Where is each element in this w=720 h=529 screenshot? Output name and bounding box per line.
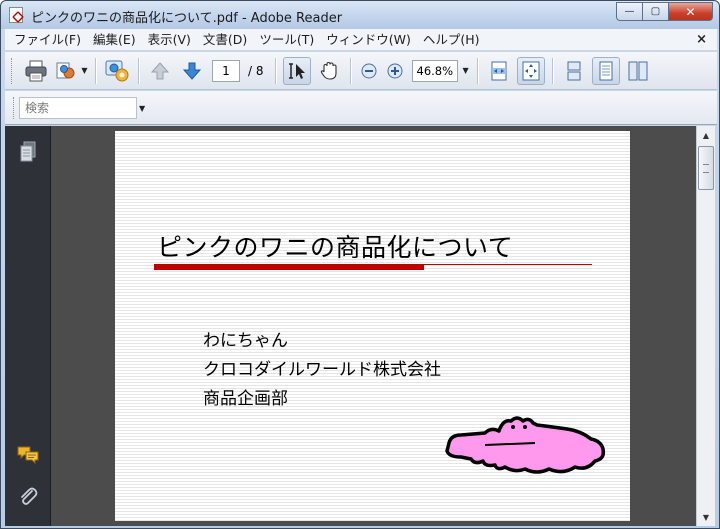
single-page-button[interactable] [560,57,588,85]
zoom-in-icon [387,63,402,78]
scroll-up-icon[interactable]: ▲ [697,126,715,144]
pdf-file-icon [9,7,23,23]
attachments-panel-button[interactable] [17,486,39,508]
toolbar-grip[interactable] [11,57,14,84]
slide-line-department: 商品企画部 [203,389,288,409]
vertical-scrollbar[interactable]: ▲ ▼ [696,126,715,526]
pages-panel-button[interactable] [17,141,39,163]
navigation-panel [5,126,51,526]
print-button[interactable] [22,57,50,85]
hand-tool-icon [320,61,337,80]
page-total: / 8 [248,63,264,78]
minimize-button[interactable]: — [616,2,643,21]
pink-crocodile-illustration [445,416,606,474]
minimize-icon: — [624,6,635,17]
pages-icon [20,141,36,162]
menu-bar: ファイル(F) 編集(E) 表示(V) 文書(D) ツール(T) ウィンドウ(W… [5,29,717,51]
window-title: ピンクのワニの商品化について.pdf - Adobe Reader [31,11,343,26]
zoom-in-button[interactable] [384,57,406,85]
menu-edit[interactable]: 編集(E) [87,29,142,51]
title-underline-thick [154,265,424,270]
chevron-down-icon: ▼ [81,66,88,75]
paperclip-icon [21,487,38,505]
maximize-button[interactable]: ▢ [643,2,669,21]
fit-page-button[interactable] [516,56,545,85]
menu-tools[interactable]: ツール(T) [253,29,320,51]
maximize-icon: ▢ [650,6,661,17]
scroll-down-icon[interactable]: ▼ [697,508,715,526]
application-window: ピンクのワニの商品化について.pdf - Adobe Reader — ▢ ✕ … [0,0,720,529]
two-page-icon [628,61,648,80]
share-icon [56,62,75,78]
document-view[interactable]: ピンクのワニの商品化について わにちゃん クロコダイルワールド株式会社 商品企画… [51,126,696,526]
menu-help[interactable]: ヘルプ(H) [417,29,486,51]
continuous-page-button[interactable] [591,56,620,85]
next-page-button[interactable] [178,57,206,85]
search-input[interactable]: 検索 [19,97,137,119]
page-number-input[interactable]: 1 [212,59,240,82]
main-toolbar: ▼ 1 / 8 46.8% ▼ [5,52,717,90]
slide-line-author: わにちゃん [203,331,288,351]
toolbar-separator [95,57,96,84]
search-toolbar: 検索 ▼ [5,91,717,125]
two-page-button[interactable] [624,57,652,85]
menu-window[interactable]: ウィンドウ(W) [320,29,417,51]
collaborate-button[interactable] [103,57,131,85]
hand-tool-button[interactable] [315,57,343,85]
toolbar-separator [349,57,351,84]
single-page-icon [567,61,581,80]
menu-document[interactable]: 文書(D) [197,29,253,51]
printer-icon [25,60,47,81]
pdf-page: ピンクのワニの商品化について わにちゃん クロコダイルワールド株式会社 商品企画… [115,131,630,521]
chevron-down-icon[interactable]: ▼ [139,104,145,113]
fit-width-icon [491,61,507,80]
share-button[interactable]: ▼ [54,57,88,85]
previous-page-button[interactable] [146,57,174,85]
collaborate-icon [105,60,129,81]
search-toolbar-grip[interactable] [13,97,16,119]
zoom-out-button[interactable] [358,57,380,85]
next-page-icon [182,62,202,80]
select-tool-button[interactable] [282,56,311,85]
toolbar-separator [138,57,139,84]
zoom-out-icon [361,63,376,78]
close-document-button[interactable]: × [696,32,707,47]
comments-icon [17,446,39,465]
toolbar-separator [551,57,553,84]
previous-page-icon [150,61,170,79]
menu-file[interactable]: ファイル(F) [5,29,87,51]
window-controls: — ▢ ✕ [616,2,713,22]
zoom-level-input[interactable]: 46.8% [411,59,458,82]
continuous-icon [599,61,613,80]
title-bar[interactable]: ピンクのワニの商品化について.pdf - Adobe Reader — ▢ ✕ [1,1,719,29]
close-button[interactable]: ✕ [669,2,713,21]
menu-view[interactable]: 表示(V) [142,29,197,51]
comments-panel-button[interactable] [17,444,39,466]
slide-body: わにちゃん クロコダイルワールド株式会社 商品企画部 [203,327,441,414]
fit-width-button[interactable] [485,57,513,85]
fit-page-icon [522,61,540,80]
scrollbar-thumb[interactable] [698,146,714,190]
select-tool-icon [288,62,305,79]
zoom-dropdown-icon[interactable]: ▼ [463,66,469,75]
slide-line-company: クロコダイルワールド株式会社 [203,360,441,380]
slide-title: ピンクのワニの商品化について [157,233,514,262]
close-icon: ✕ [685,4,696,19]
toolbar-separator [476,57,478,84]
toolbar-separator [274,57,276,84]
